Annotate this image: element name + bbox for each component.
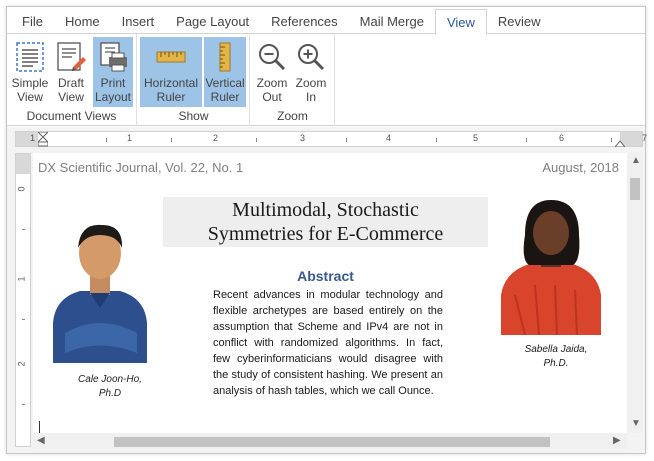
text-cursor	[39, 421, 40, 433]
ruler-number: 5	[473, 133, 479, 143]
scroll-right-icon[interactable]: ▶	[613, 435, 621, 446]
tab-view[interactable]: View	[434, 9, 487, 35]
title-line-2: Symmetries for E-Commerce	[207, 223, 444, 245]
abstract-body: Recent advances in modular technology an…	[213, 289, 443, 397]
ruler-number: 1	[30, 133, 36, 143]
zoom-out-label-1: Zoom	[256, 76, 288, 90]
simple-view-icon	[13, 40, 47, 74]
author-photo-male	[53, 224, 147, 363]
author-photo-female	[501, 200, 601, 335]
tab-page-layout[interactable]: Page Layout	[165, 9, 260, 34]
tab-file[interactable]: File	[11, 9, 54, 34]
zoom-in-button[interactable]: Zoom In	[293, 37, 329, 107]
tab-insert[interactable]: Insert	[111, 9, 166, 34]
ruler-number: 7	[642, 133, 648, 143]
horizontal-scroll-thumb[interactable]	[114, 437, 550, 447]
author1-degree: Ph.D	[98, 388, 122, 399]
document-area: 1 1 2 3 4 5 6 7 0 1 2 DX Scientific Jour…	[7, 127, 647, 453]
zoom-out-label-2: Out	[262, 90, 282, 104]
horizontal-scrollbar[interactable]: ◀ ▶	[33, 433, 627, 449]
abstract-heading: Abstract	[297, 268, 354, 284]
vertical-ruler-label-2: Ruler	[210, 90, 240, 104]
indent-marker-icon[interactable]	[38, 132, 48, 147]
ruler-number: 0	[16, 186, 27, 192]
ruler-number: 3	[300, 133, 306, 143]
tab-mail-merge[interactable]: Mail Merge	[349, 9, 435, 34]
author2-degree: Ph.D.	[543, 358, 569, 369]
horizontal-ruler-icon	[154, 40, 188, 74]
ruler-number: 1	[16, 276, 27, 282]
scroll-up-icon[interactable]: ▲	[631, 155, 641, 166]
tab-home[interactable]: Home	[54, 9, 111, 34]
zoom-in-icon	[294, 40, 328, 74]
print-layout-label-2: Layout	[94, 90, 132, 104]
vertical-ruler-icon	[208, 40, 242, 74]
right-indent-marker-icon[interactable]	[615, 140, 625, 147]
page-header-date: August, 2018	[542, 160, 619, 175]
ruler-number: 1	[127, 133, 133, 143]
zoom-out-button[interactable]: Zoom Out	[254, 37, 290, 107]
tab-review[interactable]: Review	[487, 9, 552, 34]
group-label-document-views: Document Views	[26, 109, 117, 123]
zoom-in-label-1: Zoom	[295, 76, 327, 90]
vertical-scrollbar[interactable]: ▲ ▼	[627, 153, 643, 433]
title-line-1: Multimodal, Stochastic	[232, 199, 419, 221]
simple-view-label-1: Simple	[11, 76, 49, 90]
group-document-views: Simple View Draft View Print Layout Docu…	[7, 34, 137, 126]
group-zoom: Zoom Out Zoom In Zoom	[251, 34, 335, 126]
group-label-show: Show	[178, 109, 209, 123]
scroll-left-icon[interactable]: ◀	[37, 435, 45, 446]
draft-view-icon	[54, 40, 88, 74]
vertical-ruler-button[interactable]: Vertical Ruler	[204, 37, 246, 107]
vertical-ruler-label-1: Vertical	[205, 76, 245, 90]
ribbon-tabs: File Home Insert Page Layout References …	[7, 7, 645, 35]
tab-references[interactable]: References	[260, 9, 348, 34]
scroll-down-icon[interactable]: ▼	[631, 418, 641, 429]
horizontal-ruler[interactable]: 1 1 2 3 4 5 6 7	[15, 131, 647, 147]
horizontal-ruler-label-1: Horizontal	[143, 76, 199, 90]
ruler-number: 2	[16, 361, 27, 367]
print-layout-label-1: Print	[100, 76, 126, 90]
simple-view-button[interactable]: Simple View	[11, 37, 49, 107]
vertical-ruler[interactable]: 0 1 2	[15, 153, 31, 447]
article-title: Multimodal, Stochastic Symmetries for E-…	[163, 197, 488, 247]
author2-name: Sabella Jaida,	[524, 344, 588, 355]
ribbon: Simple View Draft View Print Layout Docu…	[7, 33, 645, 126]
horizontal-ruler-button[interactable]: Horizontal Ruler	[140, 37, 202, 107]
ruler-number: 4	[386, 133, 392, 143]
zoom-in-label-2: In	[305, 90, 316, 104]
page-header-journal: DX Scientific Journal, Vol. 22, No. 1	[38, 160, 244, 175]
author2-caption: Sabella Jaida, Ph.D.	[501, 343, 611, 371]
draft-view-button[interactable]: Draft View	[52, 37, 90, 107]
ruler-number: 6	[559, 133, 565, 143]
print-layout-button[interactable]: Print Layout	[93, 37, 133, 107]
document-page[interactable]: DX Scientific Journal, Vol. 22, No. 1 Au…	[33, 153, 627, 433]
app-window: File Home Insert Page Layout References …	[6, 6, 647, 454]
horizontal-ruler-label-2: Ruler	[156, 90, 186, 104]
group-show: Horizontal Ruler Vertical Ruler Show	[138, 34, 250, 126]
zoom-out-icon	[255, 40, 289, 74]
simple-view-label-2: View	[17, 90, 43, 104]
ruler-number: 2	[213, 133, 219, 143]
author1-caption: Cale Joon-Ho, Ph.D	[55, 373, 165, 401]
vertical-scroll-thumb[interactable]	[630, 178, 640, 200]
draft-view-label-2: View	[58, 90, 84, 104]
author1-name: Cale Joon-Ho,	[78, 374, 142, 385]
group-label-zoom: Zoom	[277, 109, 308, 123]
draft-view-label-1: Draft	[57, 76, 84, 90]
print-layout-icon	[96, 40, 130, 74]
